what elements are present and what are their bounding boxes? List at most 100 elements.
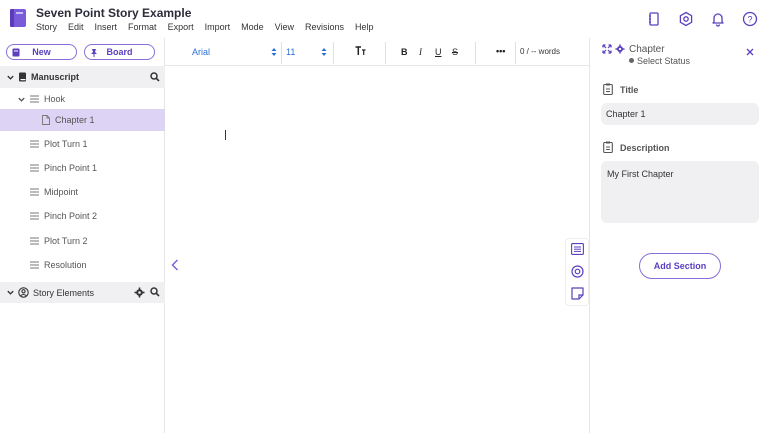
user-circle-icon [18, 287, 29, 298]
title-field[interactable]: Chapter 1 [601, 103, 759, 125]
story-elements-label: Story Elements [33, 287, 95, 298]
select-arrows-icon[interactable] [271, 47, 277, 57]
pin-icon [91, 49, 97, 57]
tree-item-plot-turn-2[interactable]: Plot Turn 2 [0, 230, 165, 252]
toolbar-divider [333, 42, 334, 64]
tree-item-label: Pinch Point 1 [44, 163, 98, 173]
help-icon[interactable]: ? [742, 11, 758, 27]
menu-format[interactable]: Format [128, 22, 157, 32]
toolbar-divider [281, 42, 282, 64]
underline-button[interactable]: U [435, 47, 442, 57]
italic-button[interactable]: I [419, 47, 422, 57]
tree-item-label: Chapter 1 [55, 115, 95, 125]
strikethrough-button[interactable]: S [452, 47, 458, 57]
word-count: 0 / -- words [520, 47, 561, 56]
tree-item-plot-turn-1[interactable]: Plot Turn 1 [0, 133, 165, 155]
chevron-down-icon[interactable] [6, 73, 15, 82]
notebook-icon[interactable] [646, 11, 662, 27]
document-icon [42, 115, 50, 125]
gear-icon[interactable] [615, 44, 625, 54]
status-select[interactable]: Select Status [637, 56, 690, 66]
menu-revisions[interactable]: Revisions [305, 22, 344, 32]
more-options-button[interactable]: ••• [496, 46, 505, 56]
menu-story[interactable]: Story [36, 22, 57, 32]
list-icon [30, 164, 39, 172]
new-document-icon [12, 48, 20, 57]
tree-item-label: Pinch Point 2 [44, 211, 98, 221]
editor: Arial 11 B I U S ••• 0 / -- words [165, 38, 589, 433]
chevron-left-icon[interactable] [171, 259, 179, 271]
tree-item-chapter-1[interactable]: Chapter 1 [0, 109, 165, 131]
tree-item-label: Resolution [44, 260, 87, 270]
search-icon[interactable] [150, 287, 160, 297]
clipboard-icon [603, 83, 613, 95]
title-label: Title [620, 85, 639, 95]
chevron-down-icon[interactable] [17, 95, 26, 104]
text-size-icon[interactable] [355, 46, 366, 56]
editor-side-tools [565, 238, 589, 306]
note-icon[interactable] [571, 287, 584, 300]
menu-export[interactable]: Export [168, 22, 194, 32]
toolbar-divider [475, 42, 476, 64]
select-arrows-icon[interactable] [321, 47, 327, 57]
menu-view[interactable]: View [275, 22, 294, 32]
tree-item-pinch-point-2[interactable]: Pinch Point 2 [0, 205, 165, 227]
description-label: Description [620, 143, 670, 153]
menu-bar: Story Edit Insert Format Export Import M… [36, 22, 385, 32]
expand-icon[interactable] [602, 44, 612, 54]
font-size-select[interactable]: 11 [286, 47, 295, 57]
description-field[interactable]: My First Chapter [601, 161, 759, 223]
status-dot-icon [629, 58, 634, 63]
menu-import[interactable]: Import [205, 22, 231, 32]
details-panel: Chapter Select Status Title Chapter 1 De… [589, 38, 768, 433]
sidebar: New Board Manuscript Hook Chapter 1 Plot… [0, 38, 165, 433]
manuscript-label: Manuscript [31, 72, 80, 82]
outline-icon[interactable] [571, 243, 584, 255]
tree-item-hook[interactable]: Hook [0, 88, 165, 110]
svg-text:?: ? [747, 15, 752, 25]
app-logo-icon [10, 9, 26, 27]
chevron-down-icon[interactable] [6, 288, 15, 297]
app-header: Seven Point Story Example Story Edit Ins… [0, 0, 768, 38]
menu-insert[interactable]: Insert [95, 22, 118, 32]
board-button[interactable]: Board [84, 44, 155, 60]
close-icon[interactable] [746, 48, 754, 56]
tree-item-label: Hook [44, 94, 66, 104]
list-icon [30, 212, 39, 220]
story-elements-header[interactable]: Story Elements [0, 282, 165, 303]
clipboard-icon [603, 141, 613, 153]
tree-item-label: Midpoint [44, 187, 79, 197]
list-icon [30, 188, 39, 196]
tree-item-label: Plot Turn 1 [44, 139, 88, 149]
add-section-button[interactable]: Add Section [639, 253, 721, 279]
list-icon [30, 140, 39, 148]
text-cursor [225, 130, 226, 140]
list-icon [30, 237, 39, 245]
book-icon [19, 72, 26, 82]
new-button[interactable]: New [6, 44, 77, 60]
gear-icon[interactable] [134, 287, 145, 298]
tree-item-midpoint[interactable]: Midpoint [0, 181, 165, 203]
menu-mode[interactable]: Mode [241, 22, 264, 32]
menu-help[interactable]: Help [355, 22, 374, 32]
manuscript-header[interactable]: Manuscript [0, 66, 165, 88]
new-button-label: New [32, 47, 51, 57]
list-icon [30, 95, 39, 103]
bell-icon[interactable] [710, 11, 726, 27]
tree-item-pinch-point-1[interactable]: Pinch Point 1 [0, 157, 165, 179]
toolbar-divider [385, 42, 386, 64]
board-button-label: Board [106, 47, 133, 57]
sidebar-actions: New Board [6, 44, 158, 60]
app-title: Seven Point Story Example [36, 6, 192, 20]
panel-heading: Chapter [629, 44, 665, 55]
font-select[interactable]: Arial [192, 47, 210, 57]
toolbar-divider [515, 42, 516, 64]
tree-item-label: Plot Turn 2 [44, 236, 88, 246]
bold-button[interactable]: B [401, 47, 408, 57]
search-icon[interactable] [150, 72, 160, 82]
tree-item-resolution[interactable]: Resolution [0, 254, 165, 276]
target-icon[interactable] [571, 265, 584, 278]
settings-icon[interactable] [678, 11, 694, 27]
editor-toolbar: Arial 11 B I U S ••• 0 / -- words [165, 38, 589, 66]
menu-edit[interactable]: Edit [68, 22, 84, 32]
